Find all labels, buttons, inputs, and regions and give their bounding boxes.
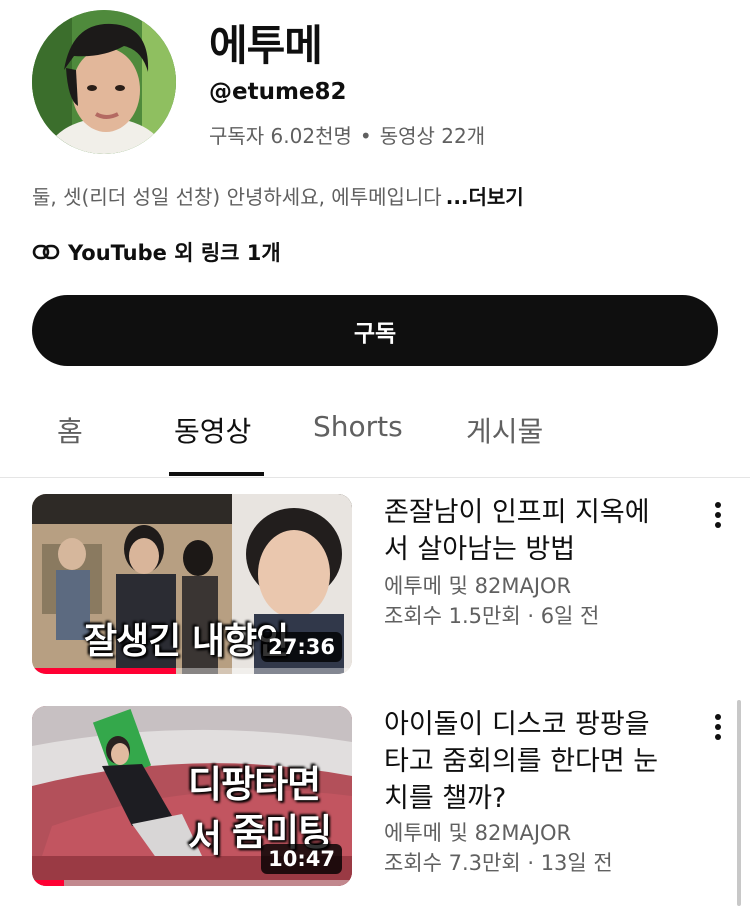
- link-icon: [32, 244, 60, 260]
- channel-stats: 구독자 6.02천명 • 동영상 22개: [209, 120, 485, 149]
- video-title-line: 아이돌이 디스코 팡팡을: [384, 709, 650, 740]
- video-thumbnail[interactable]: 잘생긴 내향인 27:36: [32, 494, 352, 674]
- watch-progress-fill: [32, 668, 176, 674]
- description-text: 둘, 셋(리더 성일 선창) 안녕하세요, 에투메입니다: [32, 185, 442, 209]
- video-title-line: 치를 챌까?: [384, 783, 507, 814]
- video-meta: 조회수 1.5만회 · 6일 전: [384, 604, 600, 628]
- more-options-icon[interactable]: [708, 500, 728, 530]
- tab-home[interactable]: 홈: [57, 410, 83, 450]
- avatar-image: [32, 10, 176, 154]
- scrollbar[interactable]: [737, 700, 741, 906]
- channel-name: 에투메: [209, 21, 323, 70]
- video-info[interactable]: 존잘남이 인프피 지옥에 서 살아남는 방법 에투메 및 82MAJOR 조회수…: [384, 494, 704, 631]
- watch-progress-track: [32, 668, 352, 674]
- video-meta: 조회수 7.3만회 · 13일 전: [384, 851, 613, 875]
- video-count: 동영상 22개: [379, 124, 486, 148]
- more-link[interactable]: ...더보기: [446, 185, 524, 209]
- tab-shorts[interactable]: Shorts: [313, 410, 403, 443]
- watch-progress-track: [32, 880, 352, 886]
- links-label: YouTube 외 링크 1개: [68, 241, 281, 265]
- tab-videos[interactable]: 동영상: [174, 410, 251, 450]
- avatar[interactable]: [32, 10, 176, 154]
- video-title-line: 서 살아남는 방법: [384, 534, 576, 565]
- thumbnail-caption: 잘생긴 내향인: [84, 621, 289, 662]
- stats-separator: •: [359, 124, 372, 148]
- more-options-icon[interactable]: [708, 712, 728, 742]
- active-tab-indicator: [169, 472, 264, 476]
- channel-handle: @etume82: [209, 79, 347, 105]
- video-thumbnail[interactable]: 디팡타면서 줌미팅 10:47: [32, 706, 352, 886]
- channel-description[interactable]: 둘, 셋(리더 성일 선창) 안녕하세요, 에투메입니다 ...더보기: [32, 181, 524, 210]
- channel-header: 에투메 @etume82 구독자 6.02천명 • 동영상 22개: [0, 0, 750, 160]
- channel-links[interactable]: YouTube 외 링크 1개: [32, 237, 281, 267]
- video-item[interactable]: 디팡타면서 줌미팅 10:47 아이돌이 디스코 팡팡을 타고 줌회의를 한다면…: [32, 706, 750, 888]
- watch-progress-fill: [32, 880, 64, 886]
- video-duration: 27:36: [261, 632, 342, 662]
- video-title[interactable]: 존잘남이 인프피 지옥에 서 살아남는 방법: [384, 494, 704, 568]
- video-author: 에투메 및 82MAJOR: [384, 574, 572, 598]
- video-duration: 10:47: [261, 844, 342, 874]
- subscribe-button[interactable]: 구독: [32, 295, 718, 366]
- subscriber-count: 구독자 6.02천명: [209, 124, 352, 148]
- video-info[interactable]: 아이돌이 디스코 팡팡을 타고 줌회의를 한다면 눈 치를 챌까? 에투메 및 …: [384, 706, 704, 878]
- tab-posts[interactable]: 게시물: [466, 410, 543, 450]
- video-item[interactable]: 잘생긴 내향인 27:36 존잘남이 인프피 지옥에 서 살아남는 방법 에투메…: [32, 494, 750, 676]
- video-title[interactable]: 아이돌이 디스코 팡팡을 타고 줌회의를 한다면 눈 치를 챌까?: [384, 706, 704, 817]
- video-title-line: 존잘남이 인프피 지옥에: [384, 497, 650, 528]
- channel-tabs: 홈 동영상 Shorts 게시물: [0, 398, 750, 478]
- video-author: 에투메 및 82MAJOR: [384, 821, 572, 845]
- video-title-line: 타고 줌회의를 한다면 눈: [384, 746, 659, 777]
